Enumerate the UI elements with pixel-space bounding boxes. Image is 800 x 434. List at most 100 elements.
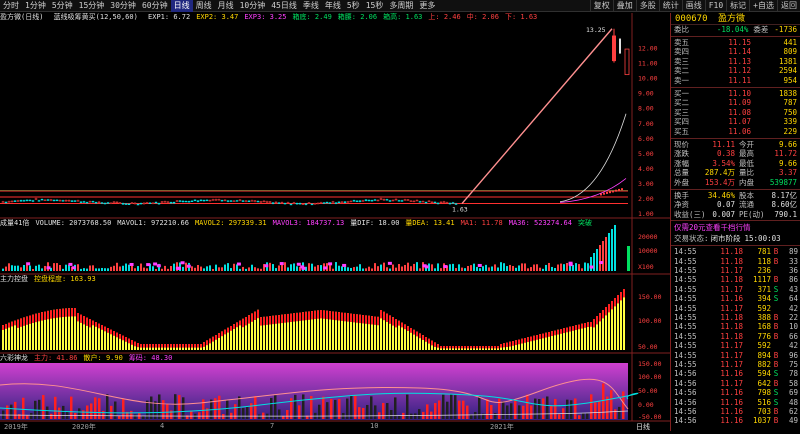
volume-bar-96 [290, 264, 292, 271]
tick-time: 14:56 [674, 406, 697, 416]
quote-panel: 000670 盈方微 委比 -18.04% 委差 -1736 卖五 11.15 44… [670, 13, 800, 431]
toolbar-button-0[interactable]: 复权 [589, 0, 613, 11]
price-axis-label-1: 11.00 [638, 60, 658, 68]
period-tab-6[interactable]: 日线 [170, 0, 193, 12]
stat2-b-label-0: 股本 [739, 190, 754, 200]
volume-bar-84 [254, 267, 256, 271]
period-tab-0[interactable]: 分时 [0, 0, 22, 12]
tick-direction: S [773, 388, 779, 398]
candle-body-26 [79, 201, 83, 203]
toolbar-button-7[interactable]: +自选 [749, 0, 777, 11]
ctrl-bar-r-473 [473, 346, 475, 349]
candle-body-136 [409, 200, 413, 202]
dragon-bar-258 [258, 414, 261, 419]
ctrl-bar-r-125 [125, 337, 127, 342]
toolbar-button-1[interactable]: 叠加 [612, 0, 636, 11]
candle-body-36 [109, 202, 113, 205]
dragon-bar-14 [14, 401, 17, 419]
tick-list[interactable]: 14:55 11.18 781 B 89 14:55 11.18 118 B 33 14:55 11.… [671, 247, 800, 425]
trade-status-time: 15:00:03 [744, 234, 781, 244]
period-tab-16[interactable]: 更多 [416, 0, 438, 12]
period-tab-3[interactable]: 15分钟 [76, 0, 108, 12]
volume-marker-10 [236, 262, 241, 266]
ctrl-bar-r-611 [611, 301, 613, 310]
candle-body-16 [49, 199, 53, 201]
period-tab-4[interactable]: 30分钟 [107, 0, 139, 12]
volume-bar-82 [248, 267, 250, 271]
volume-bar-27 [83, 268, 85, 271]
stat-b-value-0: 9.66 [778, 139, 797, 149]
chart-area[interactable]: 12.00 11.00 10.00 9.00 8.00 7.00 6.00 5.00 4.00 3… [0, 13, 670, 431]
toolbar-button-2[interactable]: 多股 [635, 0, 659, 11]
candle-body-28 [85, 202, 89, 204]
ctrl-bar-r-515 [515, 340, 517, 346]
toolbar-button-4[interactable]: 画线 [681, 0, 705, 11]
pane1-item-7: 中: 2.06 [466, 13, 499, 21]
buy-label-4: 买五 [674, 126, 689, 136]
period-tab-14[interactable]: 15秒 [363, 0, 387, 12]
period-tab-10[interactable]: 45日线 [268, 0, 300, 12]
level2-ad-text[interactable]: 仅需20元查看千档行情 [671, 222, 751, 233]
dragon-bar-582 [582, 413, 585, 419]
toolbar-button-6[interactable]: 标记 [726, 0, 749, 11]
ctrl-bar-r-338 [338, 312, 340, 321]
tick-count: 42 [788, 341, 798, 351]
tail-candle-1 [603, 192, 605, 195]
dragon-bar-166 [166, 404, 169, 419]
ctrl-bar-r-206 [206, 340, 208, 346]
ctrl-bar-r-89 [89, 319, 91, 328]
volume-bar-0 [2, 268, 4, 271]
sell-label-1: 卖四 [674, 47, 689, 57]
tick-row: 14:55 11.17 371 S 43 [671, 285, 800, 294]
period-tab-7[interactable]: 周线 [193, 0, 215, 12]
candle-body-75 [226, 200, 230, 202]
period-tab-9[interactable]: 10分钟 [237, 0, 269, 12]
volume-bar-164 [494, 264, 496, 271]
tick-volume: 703 [757, 406, 771, 416]
period-tab-11[interactable]: 季线 [300, 0, 322, 12]
dragon-bar-590 [590, 394, 593, 419]
ctrl-bar-r-197 [197, 344, 199, 348]
period-tab-2[interactable]: 5分钟 [49, 0, 76, 12]
vol-axis-label-1: 10000 [638, 247, 658, 255]
ctrl-bar-r-347 [347, 313, 349, 322]
candle-body-143 [430, 201, 434, 204]
pane1-indicator-name[interactable]: 蓝线吸筹黄买(12,50,60) [54, 13, 138, 21]
last-candle-body [624, 48, 630, 76]
tick-time: 14:55 [674, 359, 697, 369]
volume-bar-103 [311, 263, 313, 271]
candle-body-148 [445, 202, 449, 204]
volume-bar-21 [65, 264, 67, 271]
volume-bar-14 [44, 265, 46, 271]
volume-bar-94 [284, 262, 286, 271]
volume-bar-204 [614, 225, 616, 271]
price-axis-label-9: 3.00 [638, 180, 654, 188]
ctrl-bar-r-104 [104, 326, 106, 332]
pane1-item-2: EXP3: 3.25 [244, 13, 287, 21]
date-tick-3: 7 [270, 422, 275, 430]
candle-body-138 [415, 199, 419, 202]
toolbar-button-5[interactable]: F10 [704, 0, 726, 11]
period-tab-1[interactable]: 1分钟 [22, 0, 49, 12]
period-tab-12[interactable]: 年线 [322, 0, 344, 12]
period-tab-15[interactable]: 多周期 [386, 0, 416, 12]
stat2-row-0: 换手 34.46% 股本 8.17亿 [671, 191, 800, 201]
level2-ad[interactable]: 仅需20元查看千档行情 [671, 222, 800, 233]
dragon-bar-366 [366, 404, 369, 419]
volume-bar-144 [434, 268, 436, 271]
period-tab-13[interactable]: 5秒 [344, 0, 363, 12]
dragon-bar-22 [22, 397, 25, 419]
ctrl-bar-r-230 [230, 326, 232, 331]
volume-bar-115 [347, 267, 349, 271]
candle-body-46 [139, 203, 143, 205]
tick-row: 14:56 11.16 1037 B 49 [671, 416, 800, 425]
tick-row: 14:56 11.16 703 B 62 [671, 407, 800, 416]
toolbar-button-3[interactable]: 统计 [658, 0, 682, 11]
toolbar-button-8[interactable]: 返回 [777, 0, 800, 11]
candle-body-85 [256, 200, 260, 203]
tick-price: 11.17 [720, 341, 743, 351]
volume-bar-145 [437, 263, 439, 271]
period-tab-5[interactable]: 60分钟 [139, 0, 171, 12]
stock-name: 盈方微 [717, 14, 745, 24]
period-tab-8[interactable]: 月线 [215, 0, 237, 12]
